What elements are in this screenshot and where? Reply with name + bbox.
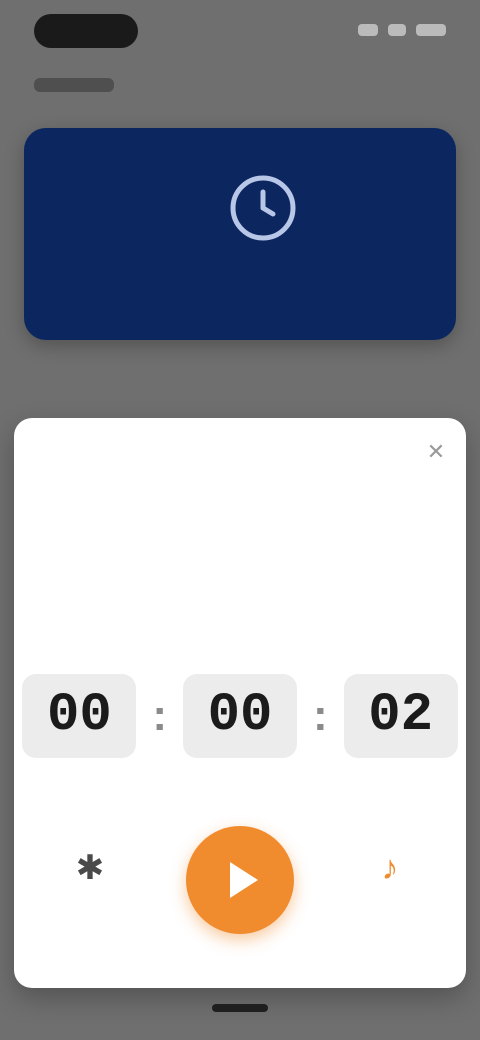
- seconds-box[interactable]: 02: [343, 674, 458, 758]
- signal-icon: [358, 24, 378, 36]
- status-time-pill: [34, 14, 138, 48]
- minutes-box[interactable]: 00: [183, 674, 297, 758]
- sound-button[interactable]: ♪: [342, 846, 438, 898]
- controls-row: ✱ ♪: [14, 826, 466, 956]
- timer-sheet: ✕ 00 : 00 : 02 ✱ ♪: [14, 418, 466, 988]
- clock-icon: [223, 168, 303, 248]
- time-display: 00 : 00 : 02: [14, 670, 466, 762]
- timer-card[interactable]: [24, 128, 456, 340]
- more-icon: ✱: [75, 849, 105, 887]
- colon-separator: :: [313, 691, 328, 740]
- wifi-icon: [388, 24, 406, 36]
- close-icon[interactable]: ✕: [424, 440, 448, 464]
- home-indicator: [212, 1004, 268, 1012]
- header-title: [34, 78, 114, 92]
- sound-icon: ♪: [381, 849, 399, 887]
- more-button[interactable]: ✱: [42, 846, 138, 898]
- battery-icon: [416, 24, 446, 36]
- start-button[interactable]: [186, 826, 294, 934]
- status-icons: [358, 24, 446, 36]
- status-bar: [0, 0, 480, 60]
- hours-box[interactable]: 00: [22, 674, 137, 758]
- colon-separator: :: [152, 691, 167, 740]
- play-icon: [230, 862, 258, 898]
